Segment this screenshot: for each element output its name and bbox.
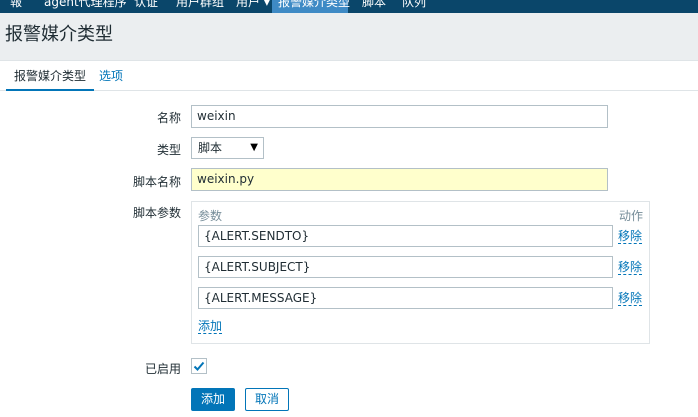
- script-params-table: 参数 动作 {ALERT.SENDTO} 移除 {ALERT.SUBJECT} …: [191, 201, 650, 344]
- param-remove-sendto[interactable]: 移除: [618, 230, 643, 244]
- enabled-label: 已启用: [144, 362, 181, 376]
- nav-item-alarm[interactable]: 報: [4, 0, 28, 13]
- tab-options[interactable]: 选项: [91, 61, 131, 91]
- name-label: 名称: [156, 111, 181, 125]
- type-select[interactable]: 脚本 ▼: [191, 137, 264, 159]
- param-field-sendto[interactable]: {ALERT.SENDTO}: [198, 225, 613, 247]
- param-field-message[interactable]: {ALERT.MESSAGE}: [198, 287, 613, 309]
- param-remove-message[interactable]: 移除: [618, 292, 643, 306]
- page-title: 报警媒介类型: [5, 24, 113, 45]
- nav-item-queue[interactable]: 队列: [396, 0, 432, 13]
- name-field[interactable]: weixin: [191, 105, 608, 128]
- tab-bar: 报警媒介类型 选项: [0, 61, 698, 91]
- form-card: 报警媒介类型 选项 名称 weixin 类型 脚本 ▼ 脚本名称 weixin.…: [0, 60, 698, 417]
- nav-item-media-types[interactable]: 报警媒介类型: [272, 0, 350, 13]
- param-remove-subject[interactable]: 移除: [618, 261, 643, 275]
- add-button[interactable]: 添加: [191, 388, 235, 411]
- script-name-field[interactable]: weixin.py: [191, 168, 608, 191]
- nav-item-scripts[interactable]: 脚本: [356, 0, 392, 13]
- page-header: 报警媒介类型: [0, 13, 698, 53]
- params-header-param: 参数: [198, 209, 223, 223]
- nav-item-user-groups[interactable]: 用户群组: [170, 0, 230, 13]
- nav-item-auth[interactable]: 认证: [128, 0, 164, 13]
- script-name-label: 脚本名称: [132, 175, 181, 189]
- cancel-button[interactable]: 取消: [245, 388, 289, 411]
- top-navigation: 報 agent代理程序 认证 用户群组 用户 ▾ 报警媒介类型 脚本 队列: [0, 0, 698, 13]
- enabled-checkbox[interactable]: [191, 358, 207, 374]
- checkmark-icon: [193, 361, 205, 371]
- params-header-action: 动作: [619, 209, 644, 223]
- nav-item-users[interactable]: 用户 ▾: [230, 0, 276, 13]
- type-label: 类型: [156, 143, 181, 157]
- param-field-subject[interactable]: {ALERT.SUBJECT}: [198, 256, 613, 278]
- script-params-label: 脚本参数: [132, 206, 181, 220]
- type-select-value: 脚本: [198, 141, 223, 155]
- nav-item-agent[interactable]: agent代理程序: [38, 0, 133, 13]
- caret-down-icon: ▼: [250, 142, 258, 153]
- tab-media-type[interactable]: 报警媒介类型: [6, 61, 95, 91]
- param-add-link[interactable]: 添加: [198, 320, 223, 334]
